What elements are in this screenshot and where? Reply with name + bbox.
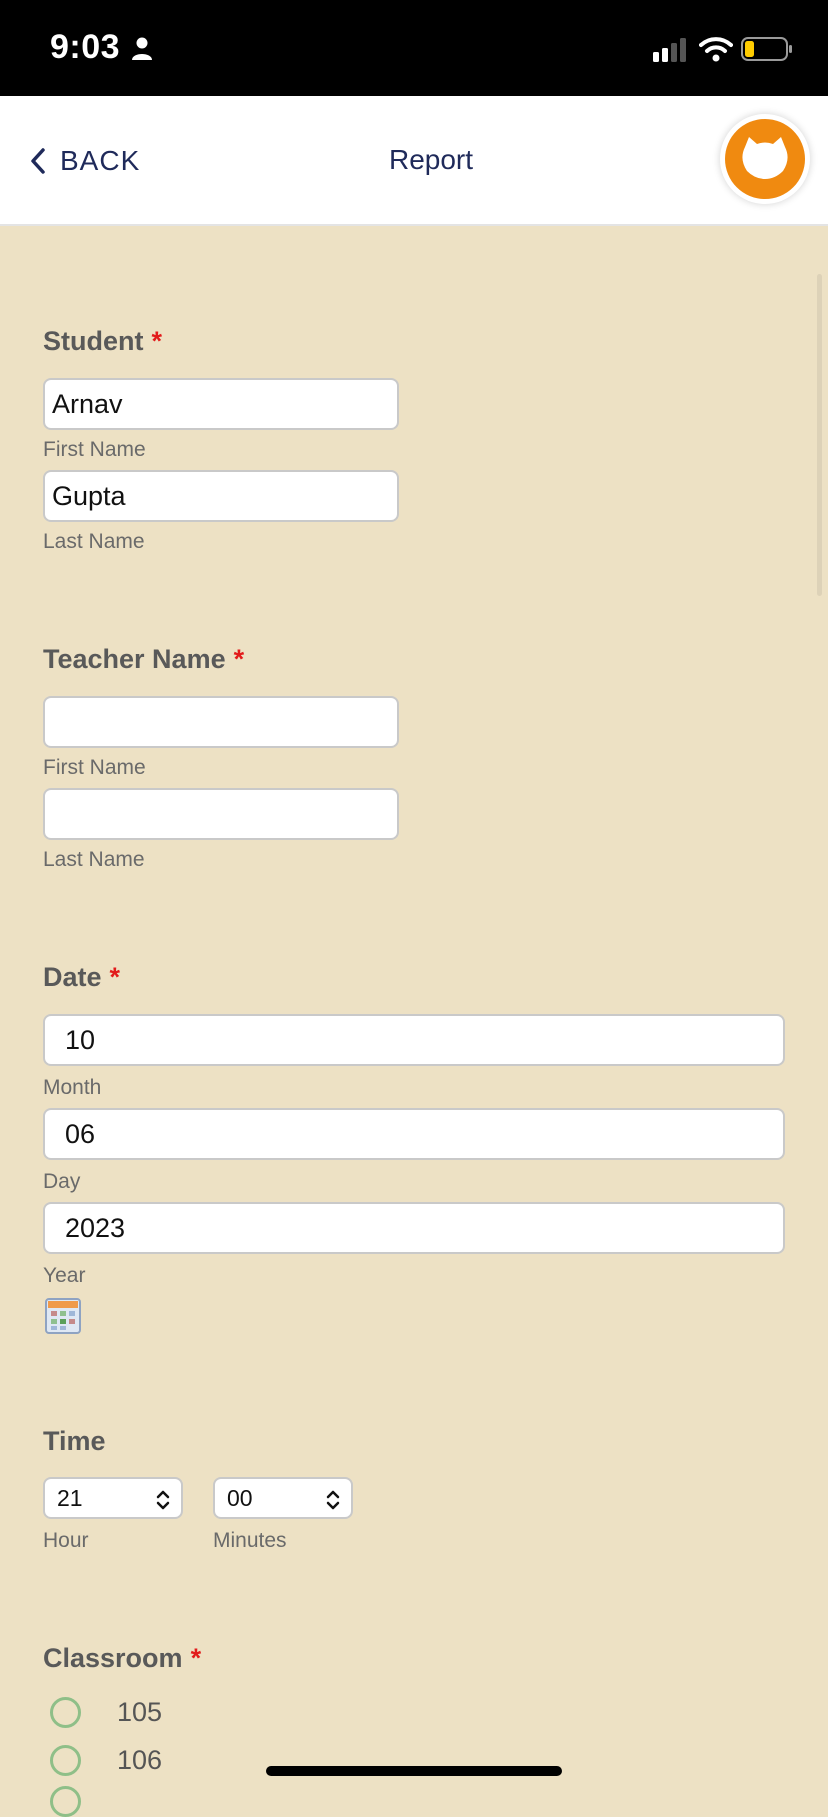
nav-bar: BACK Report [0, 96, 828, 226]
minutes-select-value: 00 [227, 1484, 253, 1511]
date-day-caption: Day [43, 1170, 81, 1193]
updown-chevron-icon [326, 1490, 340, 1510]
cat-logo-icon[interactable] [725, 119, 805, 199]
wifi-icon [699, 36, 733, 67]
page-title: Report [388, 144, 474, 175]
status-time: 9:03 [50, 28, 121, 66]
updown-chevron-icon [156, 1490, 170, 1510]
radio-button-partial[interactable] [50, 1786, 81, 1817]
required-mark: * [190, 1643, 202, 1673]
required-mark: * [233, 644, 245, 674]
classroom-option-label: 105 [117, 1696, 163, 1727]
classroom-option-105[interactable]: 105 [50, 1692, 162, 1732]
date-label: Date * [43, 962, 121, 992]
hour-select[interactable]: 21 [43, 1477, 183, 1519]
minutes-caption: Minutes [213, 1529, 287, 1552]
teacher-last-name-caption: Last Name [43, 848, 145, 871]
student-first-name-input[interactable]: Arnav [43, 378, 399, 430]
teacher-first-name-input[interactable] [43, 696, 399, 748]
teacher-name-label: Teacher Name * [43, 644, 245, 674]
radio-button[interactable] [50, 1744, 81, 1776]
cellular-signal-icon [653, 38, 689, 67]
minutes-select[interactable]: 00 [213, 1477, 353, 1519]
battery-icon [741, 37, 793, 66]
student-first-name-caption: First Name [43, 438, 146, 461]
date-day-input[interactable]: 06 [43, 1108, 785, 1160]
classroom-label: Classroom * [43, 1643, 202, 1673]
date-month-caption: Month [43, 1076, 102, 1099]
required-mark: * [151, 326, 163, 356]
date-month-input[interactable]: 10 [43, 1014, 785, 1066]
calendar-icon[interactable] [45, 1298, 81, 1339]
hour-caption: Hour [43, 1529, 89, 1552]
hour-select-value: 21 [57, 1484, 83, 1511]
classroom-option-label: 106 [117, 1744, 163, 1775]
radio-button[interactable] [50, 1696, 81, 1728]
scroll-indicator[interactable] [817, 274, 822, 596]
date-year-input[interactable]: 2023 [43, 1202, 785, 1254]
home-indicator [266, 1766, 562, 1776]
person-icon [131, 37, 153, 66]
classroom-option-106[interactable]: 106 [50, 1740, 162, 1780]
teacher-last-name-input[interactable] [43, 788, 399, 840]
status-bar: 9:03 [0, 0, 828, 96]
date-year-caption: Year [43, 1264, 86, 1287]
required-mark: * [109, 962, 121, 992]
student-last-name-caption: Last Name [43, 530, 145, 553]
student-last-name-input[interactable]: Gupta [43, 470, 399, 522]
student-label: Student * [43, 326, 163, 356]
teacher-first-name-caption: First Name [43, 756, 146, 779]
time-label: Time [43, 1426, 106, 1456]
